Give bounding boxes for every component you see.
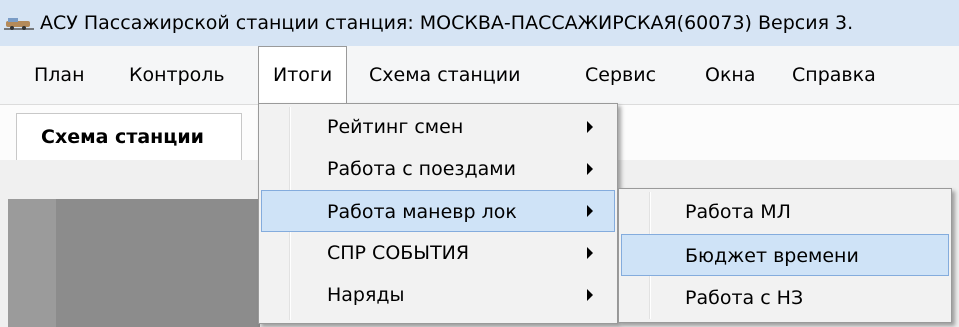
menu-item-label: Работа МЛ (685, 201, 791, 223)
title-bar: АСУ Пассажирской станции станция: МОСКВА… (0, 0, 959, 46)
station-scheme-panel (8, 199, 260, 327)
menu-item-label: Работа с НЗ (685, 287, 804, 309)
menu-bar: План Контроль Итоги Схема станции Сервис… (0, 46, 959, 104)
menu-station-scheme[interactable]: Схема станции (369, 46, 520, 104)
submenu-arrow-icon (587, 163, 593, 175)
menu-kontrol[interactable]: Контроль (129, 46, 225, 104)
panel-left-strip (8, 199, 56, 327)
shunting-loco-submenu: Работа МЛ Бюджет времени Работа с НЗ (618, 188, 952, 323)
menu-windows[interactable]: Окна (705, 46, 756, 104)
submenu-arrow-icon (587, 247, 593, 259)
submenu-arrow-icon (587, 289, 593, 301)
menu-item-train-work[interactable]: Работа с поездами (261, 148, 615, 190)
menu-item-rabota-nz[interactable]: Работа с НЗ (621, 277, 949, 319)
menu-item-label: Бюджет времени (685, 245, 859, 267)
menu-item-label: СПР СОБЫТИЯ (327, 242, 470, 264)
menu-item-label: Работа маневр лок (327, 201, 517, 223)
menu-item-time-budget[interactable]: Бюджет времени (621, 234, 949, 276)
menu-item-label: Наряды (327, 284, 405, 306)
submenu-arrow-icon (587, 205, 593, 217)
menu-service[interactable]: Сервис (585, 46, 656, 104)
menu-item-shift-rating[interactable]: Рейтинг смен (261, 106, 615, 148)
menu-item-label: Рейтинг смен (327, 116, 464, 138)
menu-help[interactable]: Справка (792, 46, 876, 104)
itogi-dropdown: Рейтинг смен Работа с поездами Работа ма… (258, 103, 618, 324)
window-title: АСУ Пассажирской станции станция: МОСКВА… (40, 12, 854, 34)
menu-item-label: Работа с поездами (327, 158, 516, 180)
submenu-arrow-icon (587, 121, 593, 133)
tab-station-scheme[interactable]: Схема станции (16, 113, 242, 160)
app-icon (4, 13, 34, 33)
menu-plan[interactable]: План (34, 46, 85, 104)
menu-item-rabota-ml[interactable]: Работа МЛ (621, 191, 949, 233)
menu-item-naryady[interactable]: Наряды (261, 274, 615, 316)
menu-item-spr-events[interactable]: СПР СОБЫТИЯ (261, 232, 615, 274)
menu-item-shunting-loco-work[interactable]: Работа маневр лок (261, 190, 615, 232)
menu-itogi[interactable]: Итоги (258, 46, 348, 104)
